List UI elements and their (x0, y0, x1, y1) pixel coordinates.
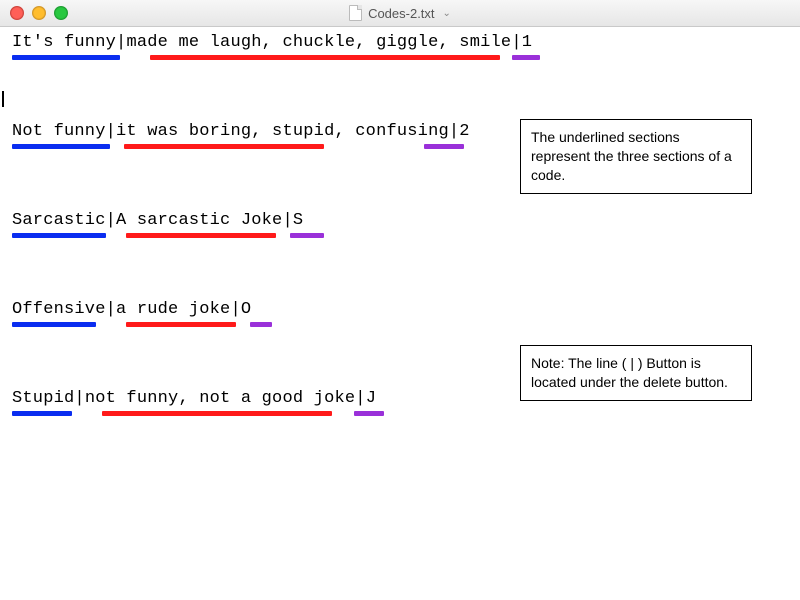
code-part-desc: made me laugh, chuckle, giggle, smile (126, 33, 511, 52)
underline-blue (12, 144, 110, 149)
code-part-id: 1 (522, 33, 532, 52)
chevron-down-icon[interactable]: ⌄ (443, 8, 451, 19)
code-part-id: J (366, 389, 376, 408)
underline-blue (12, 55, 120, 60)
underline-purple (250, 322, 272, 327)
underline-purple (290, 233, 324, 238)
underline-group (12, 322, 788, 327)
separator: | (282, 211, 292, 230)
underline-red (102, 411, 332, 416)
code-entry: It's funny|made me laugh, chuckle, giggl… (12, 33, 788, 60)
underline-blue (12, 411, 72, 416)
code-entry: Sarcastic|A sarcastic Joke|S (12, 211, 788, 238)
code-part-label: Offensive (12, 300, 106, 319)
underline-gap (106, 233, 126, 238)
document-icon (349, 5, 362, 21)
window-titlebar: Codes-2.txt ⌄ (0, 0, 800, 27)
underline-red (124, 144, 324, 149)
separator: | (230, 300, 240, 319)
code-part-label: Sarcastic (12, 211, 106, 230)
code-part-desc: not funny, not a good joke (85, 389, 355, 408)
underline-gap (236, 322, 250, 327)
window-filename: Codes-2.txt (368, 6, 434, 21)
code-part-id: S (293, 211, 303, 230)
separator: | (106, 211, 116, 230)
underline-gap (276, 233, 290, 238)
text-editor-area[interactable]: It's funny|made me laugh, chuckle, giggl… (0, 27, 800, 600)
underline-red (126, 322, 236, 327)
underline-gap (72, 411, 102, 416)
code-entry: Offensive|a rude joke|O (12, 300, 788, 327)
underline-gap (332, 411, 354, 416)
underline-gap (324, 144, 424, 149)
separator: | (106, 122, 116, 141)
underline-gap (96, 322, 126, 327)
code-line[interactable]: It's funny|made me laugh, chuckle, giggl… (12, 33, 788, 52)
window-controls (10, 6, 68, 20)
underline-group (12, 233, 788, 238)
annotation-box: The underlined sections represent the th… (520, 119, 752, 194)
minimize-icon[interactable] (32, 6, 46, 20)
underline-gap (500, 55, 512, 60)
code-part-label: It's funny (12, 33, 116, 52)
underline-group (12, 55, 788, 60)
code-line[interactable]: Sarcastic|A sarcastic Joke|S (12, 211, 788, 230)
underline-purple (424, 144, 464, 149)
code-part-id: O (241, 300, 251, 319)
annotation-text: The underlined sections represent the th… (531, 129, 732, 183)
separator: | (511, 33, 521, 52)
underline-group (12, 411, 788, 416)
underline-red (126, 233, 276, 238)
separator: | (449, 122, 459, 141)
underline-gap (110, 144, 124, 149)
underline-blue (12, 233, 106, 238)
separator: | (355, 389, 365, 408)
underline-purple (512, 55, 540, 60)
code-part-label: Stupid (12, 389, 74, 408)
separator: | (116, 33, 126, 52)
code-part-desc: a rude joke (116, 300, 230, 319)
annotation-text: Note: The line ( | ) Button is located u… (531, 355, 728, 390)
code-part-id: 2 (459, 122, 469, 141)
code-part-desc: A sarcastic Joke (116, 211, 282, 230)
separator: | (106, 300, 116, 319)
underline-gap (120, 55, 150, 60)
underline-red (150, 55, 500, 60)
underline-blue (12, 322, 96, 327)
close-icon[interactable] (10, 6, 24, 20)
annotation-box: Note: The line ( | ) Button is located u… (520, 345, 752, 401)
code-part-label: Not funny (12, 122, 106, 141)
text-cursor (2, 91, 4, 107)
separator: | (74, 389, 84, 408)
zoom-icon[interactable] (54, 6, 68, 20)
underline-purple (354, 411, 384, 416)
code-line[interactable]: Offensive|a rude joke|O (12, 300, 788, 319)
window-title: Codes-2.txt ⌄ (0, 5, 800, 21)
code-part-desc: it was boring, stupid, confusing (116, 122, 449, 141)
